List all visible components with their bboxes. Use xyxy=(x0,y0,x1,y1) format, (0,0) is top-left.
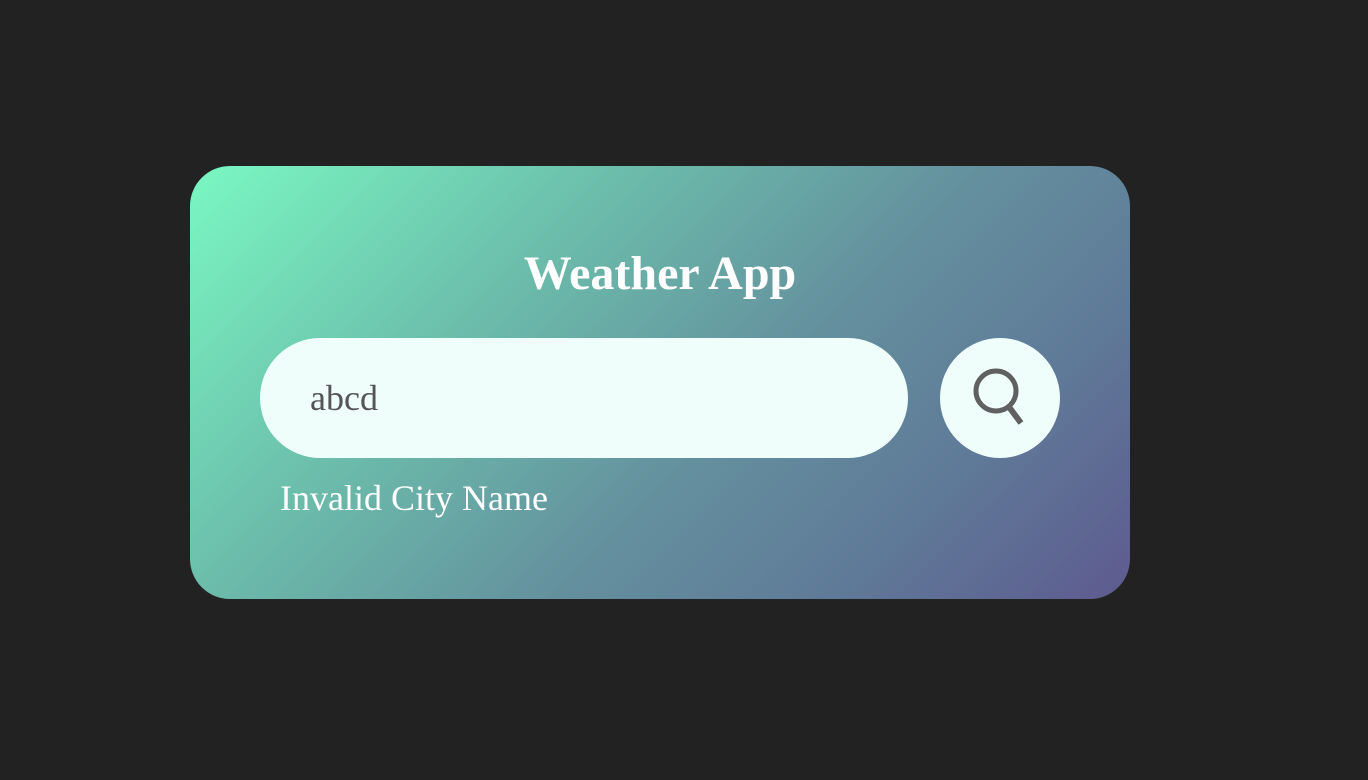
weather-card: Weather App Invalid City Name xyxy=(190,166,1130,599)
search-icon xyxy=(972,367,1028,429)
search-button[interactable] xyxy=(940,338,1060,458)
error-message: Invalid City Name xyxy=(280,478,548,518)
city-search-input[interactable] xyxy=(260,338,908,458)
app-title: Weather App xyxy=(523,247,797,300)
